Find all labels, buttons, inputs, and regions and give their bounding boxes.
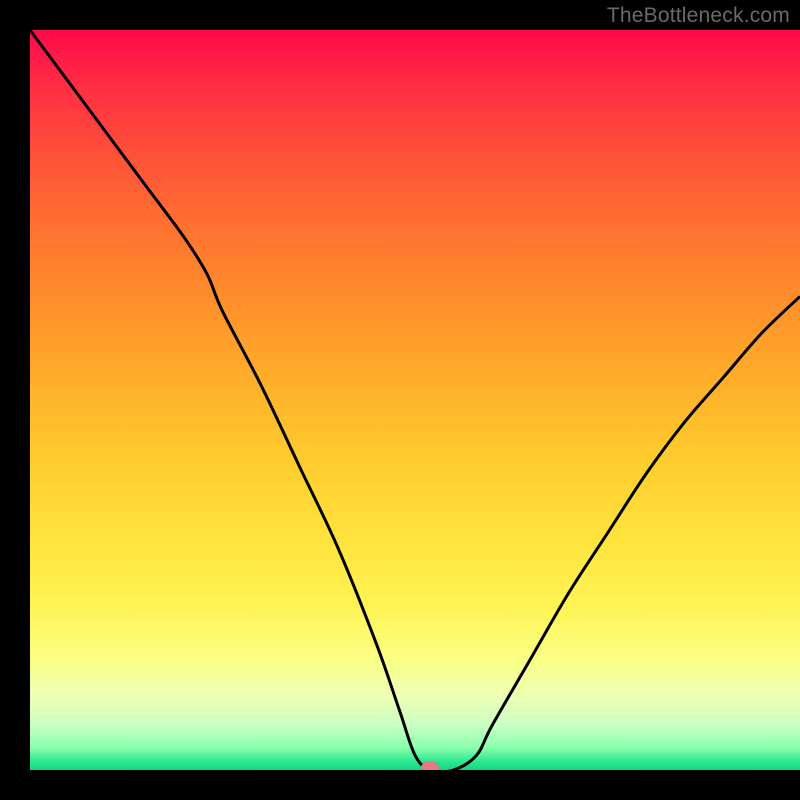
bottleneck-curve bbox=[30, 30, 800, 770]
chart-frame: TheBottleneck.com bbox=[0, 0, 800, 800]
watermark-text: TheBottleneck.com bbox=[607, 4, 790, 28]
minimum-marker bbox=[421, 762, 439, 770]
plot-area bbox=[30, 30, 800, 770]
